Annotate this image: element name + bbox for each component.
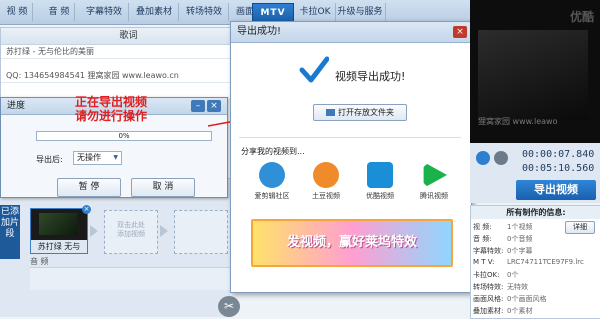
lyrics-line[interactable]: QQ: 1346549845​41 狸窝家园 www.leawo.cn bbox=[6, 70, 179, 81]
tab-subtitle-effects[interactable]: 字幕特效 bbox=[80, 3, 129, 21]
lyrics-header: 歌词 bbox=[1, 28, 256, 45]
tab-video[interactable]: 视 频 bbox=[2, 3, 33, 21]
youku-icon bbox=[367, 162, 393, 188]
annotation-line-1: 正在导出视频 bbox=[75, 95, 148, 109]
detail-button[interactable]: 详细 bbox=[565, 221, 595, 234]
video-preview[interactable]: 优酷 狸窝家园 www.leawo bbox=[470, 0, 600, 143]
video-logo: 优酷 bbox=[569, 10, 594, 24]
minimize-icon[interactable]: – bbox=[191, 100, 205, 112]
share-aijianji[interactable]: 爱剪辑社区 bbox=[247, 162, 297, 207]
chevron-down-icon: ▼ bbox=[113, 154, 118, 161]
video-watermark: 狸窝家园 www.leawo bbox=[478, 117, 558, 126]
tudou-icon bbox=[313, 162, 339, 188]
info-row: 画面风格: 0个画面风格 bbox=[473, 295, 547, 303]
share-label: 土豆视频 bbox=[312, 192, 340, 200]
promo-banner-text: 发视频，赢好莱坞特效 bbox=[286, 235, 417, 250]
play-icon[interactable] bbox=[476, 151, 490, 165]
info-row: 转场特效: 无特效 bbox=[473, 283, 528, 291]
info-row: 音 频: 0个音频 bbox=[473, 235, 533, 243]
added-clips-label: 已添加片段 bbox=[0, 205, 20, 259]
share-label: 优酷视频 bbox=[366, 192, 394, 200]
time-current: 00:00:07.840 bbox=[522, 149, 595, 160]
after-export-value: 无操作 bbox=[77, 153, 101, 162]
scissors-icon[interactable]: ✂ bbox=[218, 296, 240, 317]
audio-track-label: 音 频 bbox=[30, 257, 49, 266]
close-icon[interactable]: × bbox=[453, 26, 467, 38]
open-folder-button[interactable]: 打开存放文件夹 bbox=[313, 104, 407, 121]
empty-clip-slot[interactable]: 双击此处 添加视频 bbox=[104, 210, 158, 254]
clip-label: 苏打绿 无与 bbox=[31, 240, 87, 253]
tab-transition-effects[interactable]: 转场特效 bbox=[180, 3, 229, 21]
tab-mtv[interactable]: MTV bbox=[252, 3, 294, 23]
promo-banner[interactable]: 发视频，赢好莱坞特效 bbox=[251, 219, 453, 267]
success-dialog-title: 导出成功! bbox=[231, 22, 471, 43]
progress-percent: 0% bbox=[118, 132, 130, 140]
info-row: 视 频: 1个视频 bbox=[473, 223, 533, 231]
clip-thumbnail[interactable]: 苏打绿 无与 × bbox=[30, 205, 91, 254]
share-youku[interactable]: 优酷视频 bbox=[355, 162, 405, 207]
info-row: M T V: LRC74711TCE97F9.lrc bbox=[473, 258, 584, 266]
divider bbox=[1, 58, 256, 59]
info-title: 所有制作的信息: bbox=[471, 206, 600, 219]
clip-preview-image bbox=[39, 213, 77, 235]
info-row: 卡拉OK: 0个 bbox=[473, 271, 519, 279]
divider bbox=[1, 82, 256, 83]
annotation-text: 正在导出视频 请勿进行操作 bbox=[75, 95, 147, 123]
info-row: 字幕特效: 0个字幕 bbox=[473, 247, 533, 255]
share-label: 爱剪辑社区 bbox=[254, 192, 290, 200]
export-video-button[interactable]: 导出视频 bbox=[516, 180, 596, 200]
checkmark-icon bbox=[299, 56, 329, 83]
share-tudou[interactable]: 土豆视频 bbox=[301, 162, 351, 207]
after-export-label: 导出后: bbox=[36, 155, 63, 164]
share-label: 腾讯视频 bbox=[420, 192, 448, 200]
divider bbox=[239, 137, 461, 138]
progress-bar: 0% bbox=[36, 131, 212, 141]
after-export-select[interactable]: 无操作 ▼ bbox=[73, 151, 122, 165]
project-info-panel: 所有制作的信息: 详细 视 频: 1个视频 音 频: 0个音频 字幕特效: 0个字幕 … bbox=[470, 205, 600, 319]
tab-audio[interactable]: 音 频 bbox=[44, 3, 75, 21]
share-tencent[interactable]: 腾讯视频 bbox=[409, 162, 459, 207]
cancel-button[interactable]: 取 消 bbox=[131, 178, 195, 197]
tab-karaoke[interactable]: 卡拉OK bbox=[295, 3, 336, 21]
tencent-video-icon bbox=[423, 162, 447, 188]
pause-button[interactable]: 暂 停 bbox=[57, 178, 121, 197]
lyrics-line[interactable]: 苏打绿 - 无与伦比的美丽 bbox=[6, 46, 94, 57]
export-success-dialog: 导出成功! × 视频导出成功! 打开存放文件夹 分享我的视频到... 爱剪辑社区… bbox=[230, 21, 472, 293]
aijianji-icon bbox=[259, 162, 285, 188]
annotation-line-2: 请勿进行操作 bbox=[75, 109, 148, 123]
success-message: 视频导出成功! bbox=[335, 70, 406, 83]
tab-upgrade-service[interactable]: 升级与服务 bbox=[335, 3, 386, 21]
remove-clip-icon[interactable]: × bbox=[82, 205, 91, 214]
empty-clip-slot[interactable] bbox=[174, 210, 228, 254]
audio-track[interactable] bbox=[30, 267, 230, 290]
open-folder-label: 打开存放文件夹 bbox=[338, 108, 394, 117]
info-row: 叠加素材: 0个素材 bbox=[473, 307, 533, 315]
stop-icon[interactable] bbox=[494, 151, 508, 165]
share-title: 分享我的视频到... bbox=[241, 147, 305, 156]
tab-overlay-material[interactable]: 叠加素材 bbox=[130, 3, 179, 21]
time-total: 00:05:10.560 bbox=[522, 163, 595, 174]
video-frame bbox=[478, 30, 588, 120]
folder-icon bbox=[326, 109, 335, 116]
